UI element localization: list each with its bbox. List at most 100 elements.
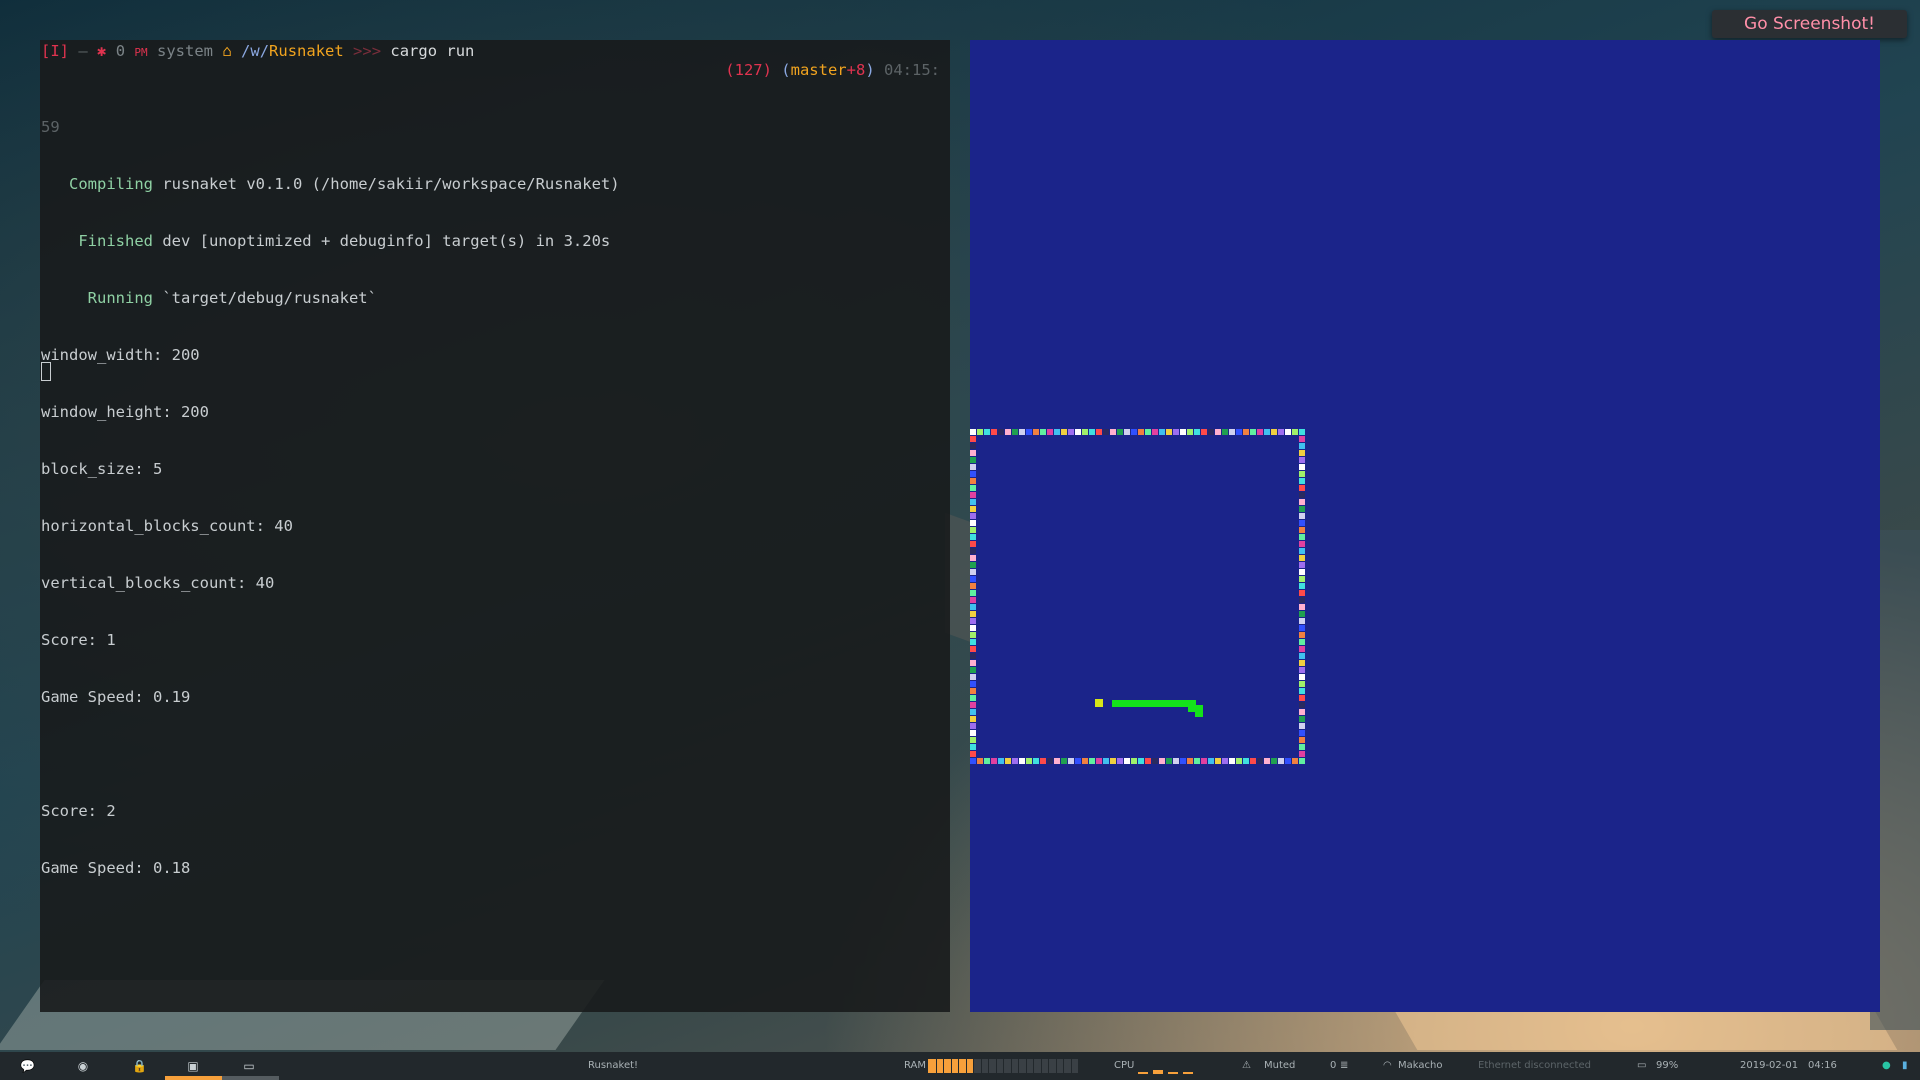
arena-border-block <box>970 744 976 750</box>
battery-icon: ▭ <box>1637 1060 1647 1071</box>
database-icon: ≣ <box>1340 1060 1349 1071</box>
screenshot-notification[interactable]: Go Screenshot! <box>1712 10 1907 38</box>
arena-border-block <box>970 695 976 701</box>
arena-border-block <box>1299 688 1305 694</box>
arena-border-block <box>1033 429 1039 435</box>
arena-border-block <box>970 604 976 610</box>
lock-icon[interactable]: 🔒 <box>132 1059 147 1073</box>
arena-border-block <box>1117 429 1123 435</box>
prompt-arrows: >>> <box>353 42 382 60</box>
arena-border-block <box>970 660 976 666</box>
arena-border-block <box>1152 758 1158 764</box>
ram-usage-bar <box>928 1059 1078 1073</box>
line-number: 59 <box>41 118 60 136</box>
wifi-network[interactable]: Makacho <box>1398 1060 1442 1072</box>
output-line: Game Speed: 0.19 <box>41 688 191 706</box>
arena-border-block <box>970 646 976 652</box>
arena-border-block <box>1299 716 1305 722</box>
ram-bar-segment <box>1018 1059 1019 1073</box>
ram-bar-segment <box>935 1059 937 1073</box>
chat-icon[interactable]: 💬 <box>20 1059 35 1073</box>
command-text: cargo run <box>390 42 475 60</box>
arena-border-block <box>1299 639 1305 645</box>
arena-border-block <box>991 429 997 435</box>
arena-border-block <box>1089 429 1095 435</box>
arena-border-block <box>970 541 976 547</box>
arena-border-block <box>1005 758 1011 764</box>
arena-border-block <box>1299 429 1305 435</box>
arena-border-block <box>1299 702 1305 708</box>
arena-border-block <box>1019 758 1025 764</box>
arena-border-block <box>1299 576 1305 582</box>
arena-border-block <box>1159 758 1165 764</box>
volume-status[interactable]: Muted <box>1264 1060 1295 1072</box>
arena-border-block <box>1264 429 1270 435</box>
arena-border-block <box>1299 513 1305 519</box>
finished-line: Finished dev [unoptimized + debuginfo] t… <box>41 232 620 251</box>
ram-bar-segment <box>1003 1059 1004 1073</box>
vi-mode-indicator: [I] <box>41 42 69 60</box>
arena-border-block <box>1061 429 1067 435</box>
arena-border-block <box>1299 590 1305 596</box>
arena-border-block <box>1005 429 1011 435</box>
game-arena <box>970 429 1305 764</box>
ram-label: RAM <box>904 1060 927 1071</box>
arena-border-block <box>1075 758 1081 764</box>
env-name: system <box>157 42 213 60</box>
git-changes: +8 <box>846 61 866 79</box>
arena-border-block <box>1299 681 1305 687</box>
arena-border-block <box>1180 429 1186 435</box>
arena-border-block <box>1299 541 1305 547</box>
arena-border-block <box>1236 429 1242 435</box>
arena-border-block <box>1299 471 1305 477</box>
arena-border-block <box>970 555 976 561</box>
notification-text: Go Screenshot! <box>1744 14 1875 34</box>
branch-paren: ) <box>865 61 875 79</box>
terminal-output: 59 Compiling rusnaket v0.1.0 (/home/saki… <box>41 80 620 916</box>
arena-border-block <box>1299 632 1305 638</box>
game-window[interactable] <box>970 40 1880 1012</box>
arena-border-block <box>1299 709 1305 715</box>
arena-border-block <box>1264 758 1270 764</box>
arena-border-block <box>1299 625 1305 631</box>
terminal-cursor <box>41 362 51 381</box>
arena-border-block <box>1299 646 1305 652</box>
output-line: window_height: 200 <box>41 403 209 421</box>
cpu-core-bar <box>1168 1072 1178 1074</box>
ram-bar-segment <box>1055 1059 1057 1073</box>
terminal-icon[interactable]: ▣ <box>186 1059 200 1073</box>
output-line: window_width: 200 <box>41 346 200 364</box>
finished-keyword: Finished <box>78 232 153 250</box>
arena-border-block <box>1299 751 1305 757</box>
arena-border-block <box>970 443 976 449</box>
arena-border-block <box>1187 758 1193 764</box>
arena-border-block <box>970 583 976 589</box>
right-prompt: (127) (master+8) 04:15: <box>725 61 940 80</box>
terminal-window[interactable]: [I] – ✱ 0 PM system ⌂ /w/Rusnaket >>> ca… <box>40 40 950 1012</box>
arena-border-block <box>1012 429 1018 435</box>
ram-bar-segment <box>943 1059 944 1073</box>
prompt-time: 04:15: <box>884 61 940 79</box>
ram-bar-segment <box>958 1059 959 1073</box>
chrome-icon[interactable]: ◉ <box>76 1059 90 1073</box>
compiling-detail: rusnaket v0.1.0 (/home/sakiir/workspace/… <box>153 175 620 193</box>
tray-status-icon[interactable]: ● <box>1882 1060 1891 1072</box>
arena-border-block <box>998 758 1004 764</box>
output-line: Game Speed: 0.18 <box>41 859 191 877</box>
arena-border-block <box>970 758 976 764</box>
monitor-icon[interactable]: ▭ <box>242 1059 256 1073</box>
cpu-label: CPU <box>1114 1060 1135 1071</box>
ram-bar-segment <box>988 1059 989 1073</box>
output-line: horizontal_blocks_count: 40 <box>41 517 293 535</box>
clock: 04:16 <box>1808 1060 1837 1071</box>
jobs-count: 0 <box>115 42 126 60</box>
arena-border-block <box>1054 429 1060 435</box>
arena-border-block <box>1243 758 1249 764</box>
arena-border-block <box>970 576 976 582</box>
pm-indicator: PM <box>134 46 148 59</box>
output-line: Score: 2 <box>41 802 116 820</box>
arena-border-block <box>1299 667 1305 673</box>
cpu-core-bar <box>1138 1072 1148 1074</box>
arena-border-block <box>1019 429 1025 435</box>
arena-border-block <box>1131 758 1137 764</box>
